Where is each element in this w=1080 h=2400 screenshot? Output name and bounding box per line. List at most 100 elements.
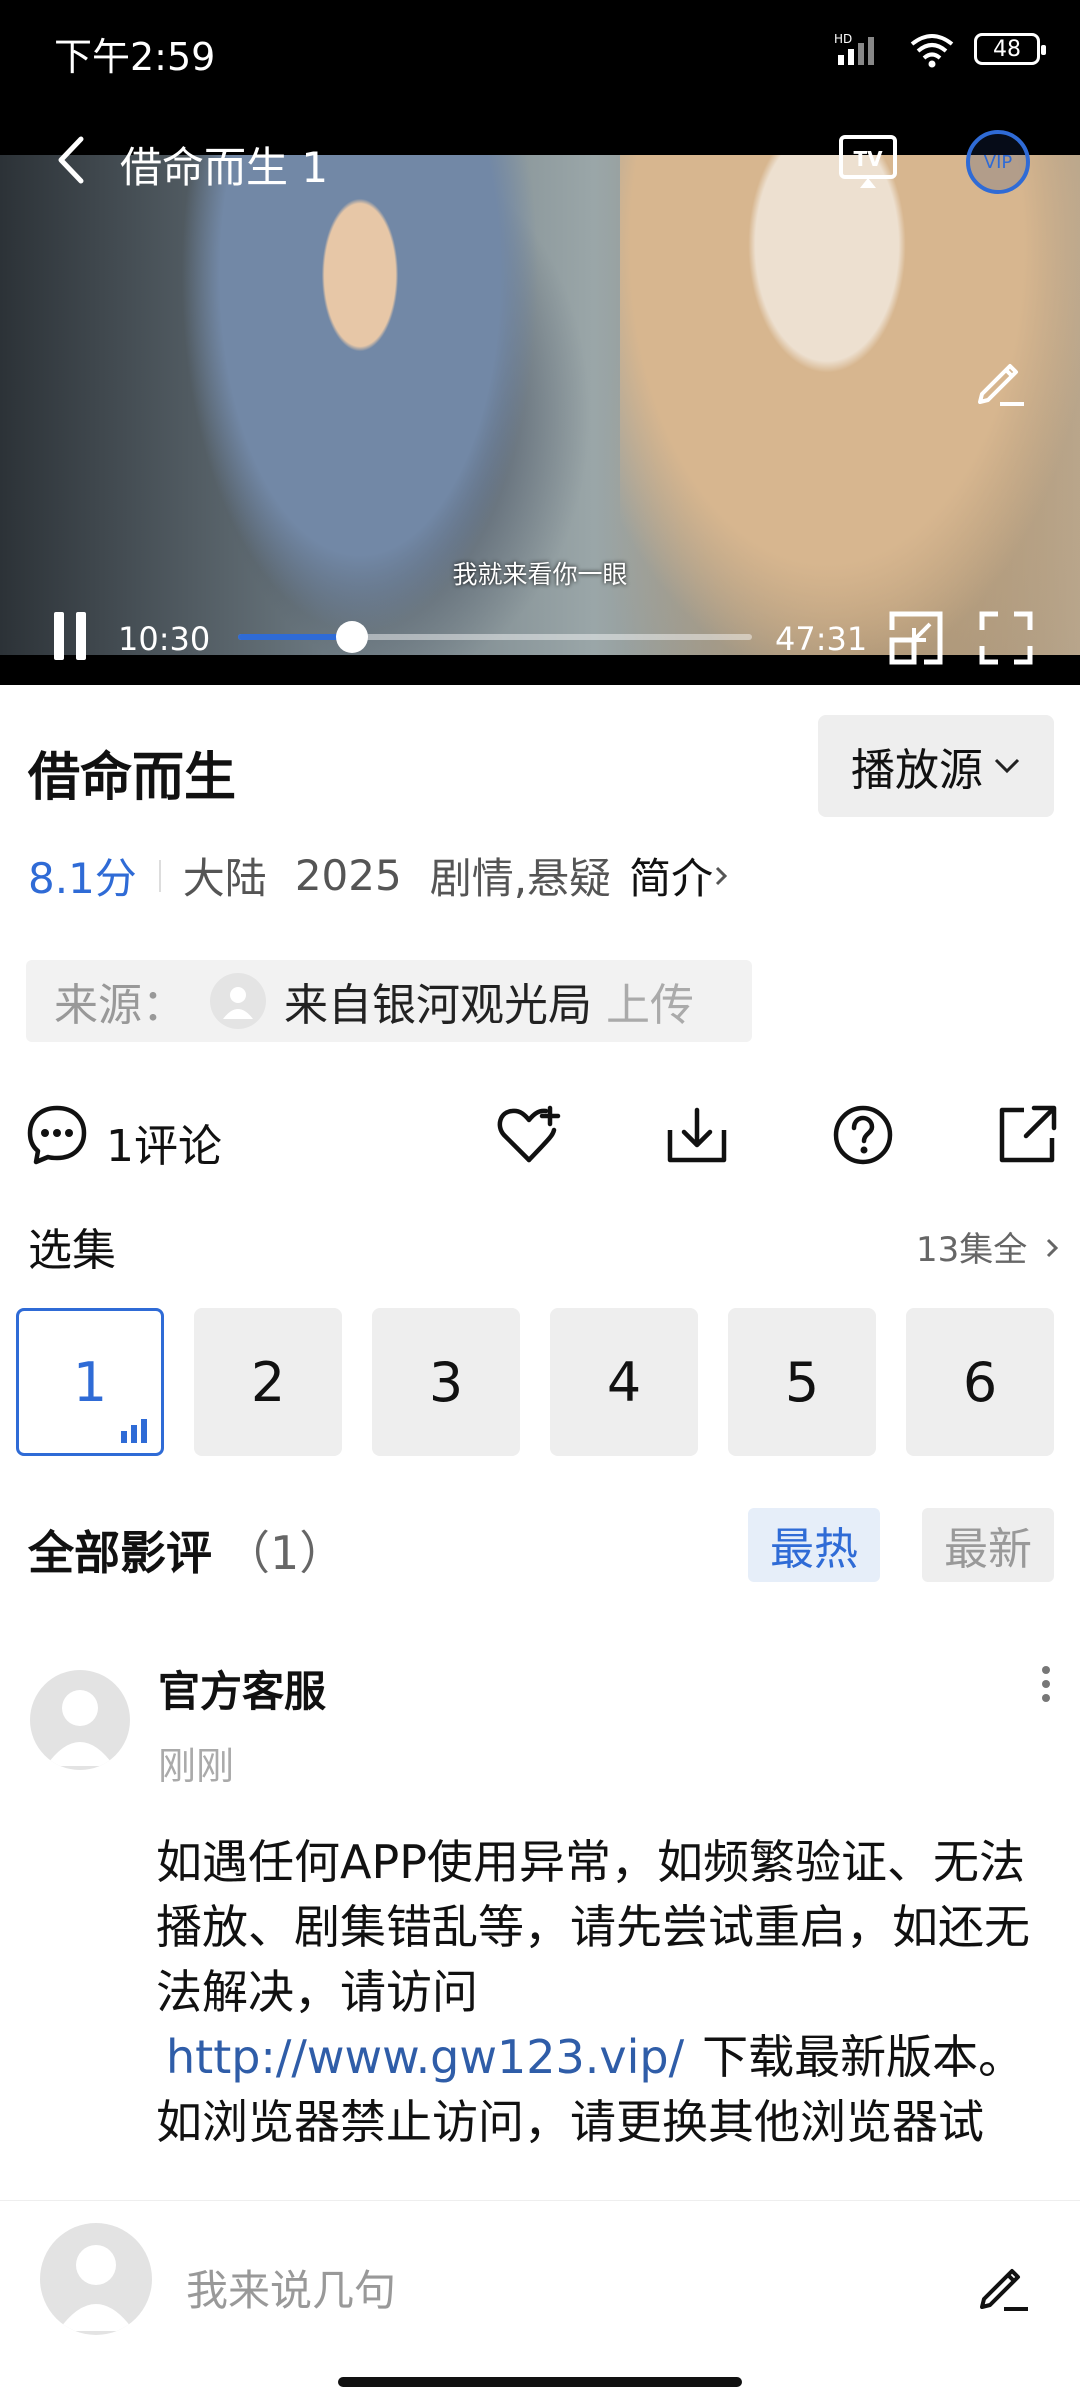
progress-fill (238, 634, 352, 640)
danmaku-edit-button[interactable] (970, 350, 1030, 410)
status-icons: HD 48 (834, 30, 1046, 68)
vip-badge: VIP (983, 151, 1013, 173)
comment-text: 下载最新版本。 (702, 2030, 1025, 2084)
back-button[interactable] (40, 130, 100, 190)
sort-hot-button[interactable]: 最热 (748, 1508, 880, 1582)
video-player[interactable]: 借命而生 1 TV VIP 我就来看你一眼 10:30 47:31 (0, 100, 1080, 685)
vip-avatar[interactable]: VIP (966, 130, 1030, 194)
help-button[interactable] (828, 1100, 898, 1170)
uploader-row[interactable]: 来源： 来自银河观光局 上传 (26, 960, 752, 1042)
comment-input[interactable]: 我来说几句 (186, 2257, 396, 2318)
pencil-icon (980, 2269, 1028, 2311)
play-source-label: 播放源 (851, 745, 983, 796)
comment-button[interactable] (22, 1100, 92, 1170)
uploader-label: 来源： (54, 980, 186, 1031)
status-time: 下午2:59 (54, 35, 216, 79)
help-icon (833, 1105, 893, 1165)
share-icon (999, 1105, 1057, 1163)
episode-button[interactable]: 2 (194, 1308, 342, 1456)
svg-text:HD: HD (834, 32, 852, 46)
commenter-avatar[interactable] (30, 1670, 130, 1770)
home-indicator[interactable] (338, 2377, 742, 2387)
progress-bar[interactable] (238, 621, 752, 653)
current-time: 10:30 (118, 620, 211, 658)
cast-tv-button[interactable]: TV (838, 134, 898, 190)
episode-number: 3 (428, 1350, 464, 1414)
heart-plus-icon (497, 1105, 561, 1163)
genres: 剧情,悬疑 (429, 854, 612, 903)
episode-button[interactable]: 5 (728, 1308, 876, 1456)
player-controls: 10:30 47:31 (0, 590, 1080, 680)
score: 8.1分 (28, 854, 137, 903)
comment-icon (27, 1105, 87, 1165)
year: 2025 (294, 851, 402, 900)
episode-button[interactable]: 4 (550, 1308, 698, 1456)
comment-body: 如遇任何APP使用异常，如频繁验证、无法播放、剧集错乱等，请先尝试重启，如还无法… (156, 1830, 1048, 2155)
region: 大陆 (182, 854, 267, 903)
chevron-right-icon (1047, 1238, 1059, 1258)
pencil-icon (978, 364, 1024, 406)
chevron-left-icon (58, 136, 84, 184)
compose-button[interactable] (974, 2253, 1034, 2313)
video-subtitle: 我就来看你一眼 (452, 560, 628, 589)
playing-indicator-icon (121, 1419, 147, 1443)
more-options-button[interactable] (1038, 1662, 1054, 1712)
status-bar: 下午2:59 HD 48 (0, 0, 1080, 100)
intro-link[interactable]: 简介 (629, 845, 731, 906)
share-button[interactable] (992, 1100, 1062, 1170)
pause-button[interactable] (50, 612, 90, 660)
fullscreen-icon (979, 611, 1033, 665)
player-title: 借命而生 1 (120, 143, 329, 192)
favorite-button[interactable] (494, 1100, 564, 1170)
chevron-right-icon (716, 866, 728, 885)
duration-time: 47:31 (775, 620, 868, 658)
fullscreen-button[interactable] (978, 610, 1034, 666)
chevron-down-icon (994, 758, 1020, 774)
show-meta: 8.1分 大陆 2025 剧情,悬疑 简介 (28, 845, 731, 906)
divider (158, 859, 161, 892)
intro-label: 简介 (629, 854, 714, 903)
user-icon (58, 2245, 134, 2331)
signal-icon: HD (834, 32, 874, 65)
svg-text:TV: TV (853, 147, 883, 171)
episode-list: 1 2 3 4 5 6 (16, 1308, 1066, 1456)
download-icon (667, 1107, 727, 1163)
episode-number: 1 (72, 1350, 108, 1414)
episode-number: 2 (250, 1350, 286, 1414)
episode-button[interactable]: 6 (906, 1308, 1054, 1456)
episodes-title: 选集 (28, 1225, 116, 1276)
reviews-count: （1） (224, 1526, 346, 1580)
episode-number: 6 (962, 1350, 998, 1414)
sort-new-button[interactable]: 最新 (922, 1508, 1054, 1582)
battery-icon: 48 (974, 33, 1046, 65)
all-episodes-link[interactable]: 13集全 (916, 1222, 1062, 1271)
play-source-button[interactable]: 播放源 (818, 715, 1054, 817)
comment-composer: 我来说几句 (0, 2200, 1080, 2400)
comment-time: 刚刚 (158, 1744, 235, 1788)
comment-count[interactable]: 1评论 (106, 1110, 222, 1174)
progress-thumb[interactable] (335, 621, 368, 653)
action-bar: 1评论 (0, 1090, 1080, 1180)
user-icon (46, 1690, 114, 1766)
uploader-name: 来自银河观光局 (284, 980, 592, 1031)
episode-button[interactable]: 1 (16, 1308, 164, 1456)
comment-link[interactable]: http://www.gw123.vip/ (166, 2030, 684, 2084)
user-icon (223, 987, 253, 1019)
reviews-title-label: 全部影评 (28, 1526, 212, 1580)
picture-in-picture-icon (889, 611, 943, 665)
player-top-bar: 借命而生 1 TV VIP (0, 100, 1080, 220)
episode-button[interactable]: 3 (372, 1308, 520, 1456)
tv-icon: TV (839, 135, 897, 188)
my-avatar (40, 2223, 152, 2335)
comment-text: 如浏览器禁止访问，请更换其他浏览器试 (156, 2095, 984, 2149)
all-episodes-label: 13集全 (916, 1230, 1028, 1270)
uploader-avatar (210, 973, 266, 1029)
download-button[interactable] (662, 1100, 732, 1170)
comment-text: 如遇任何APP使用异常，如频繁验证、无法播放、剧集错乱等，请先尝试重启，如还无法… (156, 1835, 1030, 2019)
commenter-name[interactable]: 官方客服 (158, 1658, 326, 1719)
episode-number: 4 (606, 1350, 642, 1414)
more-vertical-icon (1042, 1666, 1050, 1702)
reviews-title: 全部影评 （1） (28, 1517, 345, 1583)
show-title: 借命而生 (28, 748, 237, 808)
pip-button[interactable] (888, 610, 944, 666)
